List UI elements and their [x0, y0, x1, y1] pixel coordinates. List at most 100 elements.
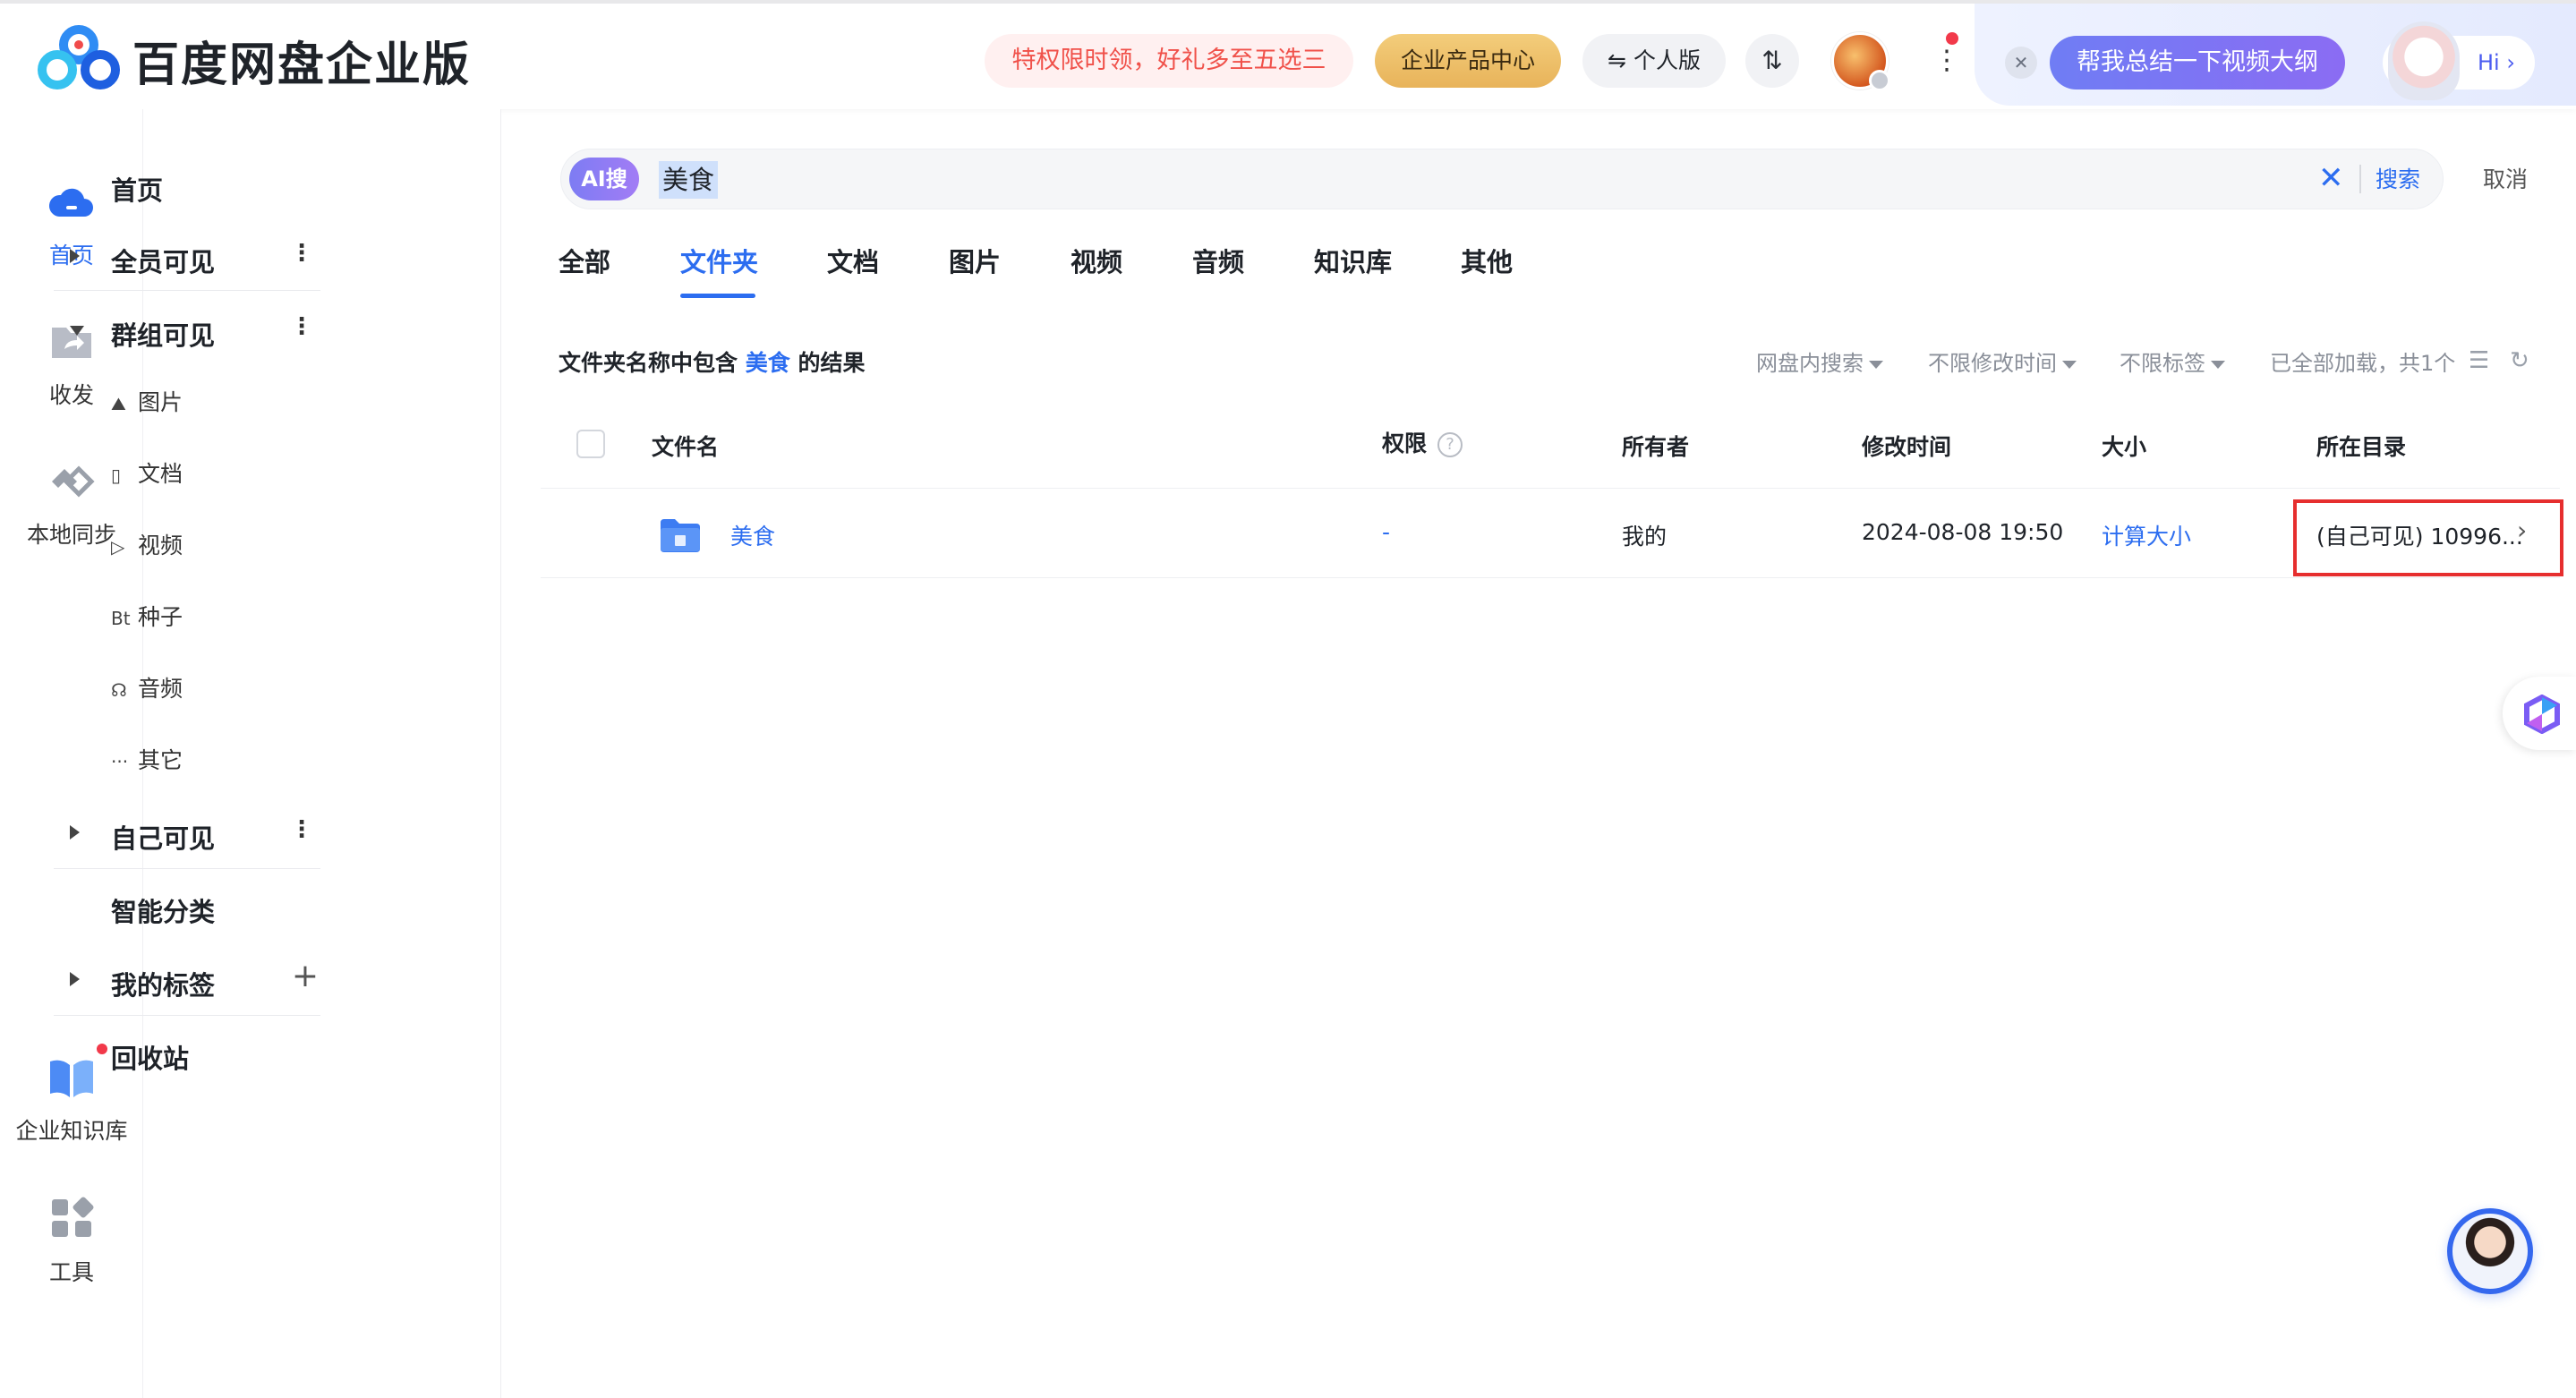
cancel-button[interactable]: 取消	[2483, 161, 2528, 199]
kebab-menu-icon[interactable]: ⋮	[290, 313, 313, 340]
tree-sub-label: 图片	[138, 389, 183, 415]
brand-title: 百度网盘企业版	[132, 38, 472, 92]
ai-hexagon-icon[interactable]	[2522, 695, 2562, 734]
tree-item-my-tags[interactable]: 我的标签 +	[54, 952, 320, 1010]
tree-item-self-visible[interactable]: 自己可见 ⋮	[54, 806, 320, 863]
tree-label-all-visible: 全员可见	[111, 247, 216, 277]
table-row[interactable]	[541, 489, 2560, 578]
personal-edition-button[interactable]: ⇋ 个人版	[1582, 34, 1726, 88]
tree-label-recycle: 回收站	[111, 1044, 190, 1074]
caret-down-icon[interactable]	[70, 326, 84, 336]
file-name-link[interactable]: 美食	[730, 519, 775, 551]
tree-item-smart-category[interactable]: 智能分类	[54, 879, 320, 936]
column-header-name[interactable]: 文件名	[652, 430, 719, 462]
promo-banner[interactable]: 特权限时领，好礼多至五选三	[985, 34, 1353, 88]
product-center-button[interactable]: 企业产品中心	[1375, 34, 1561, 88]
tree-item-all-visible[interactable]: 全员可见 ⋮	[54, 229, 320, 286]
transfer-list-button[interactable]: ⇅	[1745, 34, 1799, 88]
tab-others[interactable]: 其他	[1461, 242, 1513, 279]
tab-all[interactable]: 全部	[559, 242, 610, 279]
sync-icon	[52, 465, 95, 498]
ai-hi-label: Hi	[2478, 50, 2500, 75]
refresh-icon[interactable]: ↻	[2510, 347, 2529, 374]
ai-mascot-icon[interactable]	[2388, 21, 2460, 100]
select-all-checkbox[interactable]	[576, 430, 605, 458]
search-input[interactable]	[560, 149, 2444, 209]
result-prefix: 文件夹名称中包含	[559, 350, 738, 376]
clear-icon[interactable]: ✕	[2318, 159, 2344, 197]
tree-item-group-visible[interactable]: 群组可见 ⋮	[54, 303, 320, 360]
kebab-menu-icon[interactable]: ⋮	[290, 816, 313, 843]
tree-label-smart-category: 智能分类	[111, 897, 216, 927]
tree-item-recycle-bin[interactable]: 回收站	[54, 1026, 320, 1083]
torrent-icon: Bt	[111, 608, 131, 629]
video-icon: ▷	[111, 536, 125, 558]
customer-service-avatar[interactable]	[2447, 1208, 2533, 1294]
tree-sub-item-docs[interactable]: ▯ 文档	[111, 456, 290, 501]
filter-time-label: 不限修改时间	[1928, 351, 2057, 376]
kebab-menu-icon[interactable]: ⋮	[290, 240, 313, 267]
transfer-icon: ⇅	[1761, 46, 1783, 75]
tree-item-home[interactable]: 首页	[54, 158, 320, 215]
filter-tags-dropdown[interactable]: 不限标签	[2120, 345, 2225, 377]
switch-icon: ⇋	[1608, 47, 1633, 73]
path-link[interactable]: (自己可见) 10996...	[2316, 519, 2523, 551]
list-view-icon[interactable]: ☰	[2469, 347, 2489, 374]
tree-sub-label: 其它	[138, 747, 183, 773]
calculate-size-link[interactable]: 计算大小	[2102, 519, 2191, 551]
column-header-path: 所在目录	[2316, 434, 2407, 460]
rail-item-tools[interactable]: 工具	[0, 1196, 143, 1287]
column-header-modified[interactable]: 修改时间	[1862, 430, 1951, 462]
filter-scope-dropdown[interactable]: 网盘内搜索	[1756, 345, 1883, 377]
permission-cell: -	[1382, 519, 1391, 545]
tree-sub-label: 视频	[138, 533, 183, 558]
tree-label-self-visible: 自己可见	[111, 823, 216, 854]
tab-knowledge[interactable]: 知识库	[1314, 242, 1392, 279]
chevron-right-icon[interactable]: ›	[2517, 516, 2527, 545]
ai-search-badge[interactable]: AI搜	[569, 158, 639, 200]
tab-videos[interactable]: 视频	[1070, 242, 1122, 279]
chevron-down-icon	[1869, 360, 1883, 369]
result-summary: 文件夹名称中包含 美食 的结果	[559, 345, 865, 378]
personal-edition-label: 个人版	[1633, 47, 1701, 73]
search-query-text[interactable]: 美食	[659, 161, 719, 199]
tab-docs[interactable]: 文档	[827, 242, 879, 279]
column-header-size[interactable]: 大小	[2102, 430, 2146, 462]
tree-sub-item-torrents[interactable]: Bt 种子	[111, 600, 290, 644]
close-icon[interactable]: ✕	[2005, 47, 2037, 79]
avatar-verified-badge	[1869, 70, 1890, 91]
chevron-down-icon	[2062, 360, 2077, 369]
image-icon: ⛰	[111, 393, 126, 414]
chevron-right-icon: ›	[2499, 50, 2515, 75]
tree-sub-item-audio[interactable]: ☊ 音频	[111, 671, 290, 716]
tree-label-my-tags: 我的标签	[111, 970, 216, 1001]
tree-sub-label: 种子	[138, 604, 183, 630]
tree-sub-item-videos[interactable]: ▷ 视频	[111, 528, 290, 573]
tree-label-home: 首页	[111, 175, 164, 206]
tab-images[interactable]: 图片	[949, 242, 1001, 279]
tab-audio[interactable]: 音频	[1192, 242, 1244, 279]
rail-label-share: 收发	[48, 382, 94, 408]
caret-right-icon[interactable]	[70, 825, 80, 840]
filter-scope-label: 网盘内搜索	[1756, 351, 1864, 376]
tab-folders[interactable]: 文件夹	[680, 242, 758, 279]
help-icon[interactable]: ?	[1437, 432, 1463, 457]
column-header-permission-label: 权限	[1382, 430, 1428, 456]
table-header	[541, 408, 2560, 489]
owner-cell: 我的	[1622, 524, 1668, 550]
ai-suggestion-button[interactable]: 帮我总结一下视频大纲	[2050, 36, 2345, 90]
baidu-netdisk-logo-icon[interactable]	[36, 21, 122, 93]
chevron-down-icon	[2211, 360, 2225, 369]
tree-sub-item-images[interactable]: ⛰ 图片	[111, 385, 290, 430]
caret-right-icon[interactable]	[70, 972, 80, 986]
filter-time-dropdown[interactable]: 不限修改时间	[1928, 345, 2077, 377]
more-menu-icon[interactable]: ⋮	[1933, 39, 1960, 82]
caret-right-icon[interactable]	[70, 249, 80, 263]
tools-grid-icon	[52, 1197, 94, 1237]
tree-sub-item-others[interactable]: ··· 其它	[111, 743, 290, 788]
search-button[interactable]: 搜索	[2376, 161, 2420, 199]
tree-divider	[54, 290, 320, 291]
tree-divider	[54, 868, 320, 869]
modified-cell: 2024-08-08 19:50	[1862, 519, 2064, 545]
add-tag-icon[interactable]: +	[292, 958, 319, 994]
